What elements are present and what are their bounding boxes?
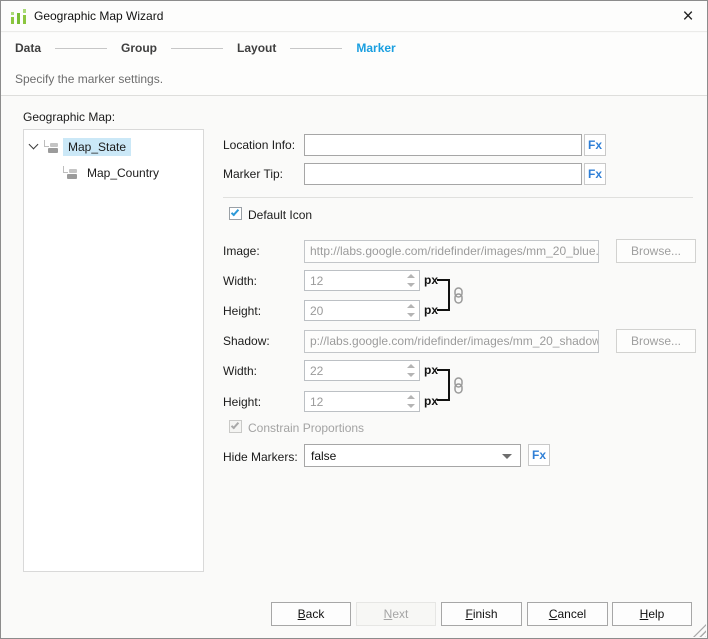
next-button: Next xyxy=(356,602,436,626)
step-layout[interactable]: Layout xyxy=(237,41,276,55)
wizard-subtitle: Specify the marker settings. xyxy=(1,63,707,96)
stepper-arrows-icon[interactable] xyxy=(404,272,417,289)
tree-item-map-state[interactable]: Map_State xyxy=(30,136,131,157)
image-width-label: Width: xyxy=(223,274,257,288)
tree-item-map-country[interactable]: Map_Country xyxy=(62,162,164,183)
shadow-width-label: Width: xyxy=(223,364,257,378)
hide-markers-label: Hide Markers: xyxy=(223,450,298,464)
step-connector xyxy=(171,48,223,49)
resize-grip[interactable] xyxy=(693,624,706,637)
geographic-map-tree: Map_State Map_Country xyxy=(23,129,204,572)
shadow-width-unit: px xyxy=(424,363,438,377)
help-button[interactable]: Help xyxy=(612,602,692,626)
constrain-proportions-label: Constrain Proportions xyxy=(248,421,364,435)
shadow-browse-button[interactable]: Browse... xyxy=(616,329,696,353)
step-connector xyxy=(290,48,342,49)
map-node-icon xyxy=(43,139,60,154)
hide-markers-fx-button[interactable]: Fx xyxy=(528,444,550,466)
shadow-width-value: 22 xyxy=(310,364,323,378)
step-connector xyxy=(55,48,107,49)
step-data[interactable]: Data xyxy=(15,41,41,55)
image-height-stepper[interactable]: 20 xyxy=(304,300,420,321)
marker-tip-label: Marker Tip: xyxy=(223,167,283,181)
title-bar: Geographic Map Wizard × xyxy=(1,1,707,32)
image-width-unit: px xyxy=(424,273,438,287)
stepper-arrows-icon[interactable] xyxy=(404,362,417,379)
stepper-arrows-icon[interactable] xyxy=(404,393,417,410)
wizard-steps: Data Group Layout Marker xyxy=(1,33,707,63)
section-divider xyxy=(223,197,693,198)
default-icon-checkbox[interactable] xyxy=(229,207,242,220)
shadow-height-value: 12 xyxy=(310,395,323,409)
chart-app-icon xyxy=(10,8,27,25)
dropdown-arrow-icon xyxy=(502,454,512,459)
chain-link-icon xyxy=(453,287,464,304)
chain-link-icon xyxy=(453,377,464,394)
shadow-height-label: Height: xyxy=(223,395,261,409)
chevron-down-icon[interactable] xyxy=(29,140,39,150)
shadow-height-stepper[interactable]: 12 xyxy=(304,391,420,412)
image-url-field: http://labs.google.com/ridefinder/images… xyxy=(304,240,599,263)
finish-button[interactable]: Finish xyxy=(441,602,522,626)
constrain-proportions-checkbox xyxy=(229,420,242,433)
shadow-height-unit: px xyxy=(424,394,438,408)
image-height-unit: px xyxy=(424,303,438,317)
stepper-arrows-icon[interactable] xyxy=(404,302,417,319)
shadow-label: Shadow: xyxy=(223,334,270,348)
close-icon[interactable]: × xyxy=(675,4,701,30)
image-browse-button[interactable]: Browse... xyxy=(616,239,696,263)
marker-tip-input[interactable] xyxy=(304,163,582,185)
window-title: Geographic Map Wizard xyxy=(34,9,163,23)
image-width-stepper[interactable]: 12 xyxy=(304,270,420,291)
tree-item-label[interactable]: Map_Country xyxy=(82,164,164,182)
default-icon-label: Default Icon xyxy=(248,208,312,222)
geographic-map-wizard-dialog: Geographic Map Wizard × Data Group Layou… xyxy=(0,0,708,639)
location-info-fx-button[interactable]: Fx xyxy=(584,134,606,156)
image-height-value: 20 xyxy=(310,304,323,318)
image-label: Image: xyxy=(223,244,260,258)
location-info-label: Location Info: xyxy=(223,138,295,152)
image-width-value: 12 xyxy=(310,274,323,288)
location-info-input[interactable] xyxy=(304,134,582,156)
marker-tip-fx-button[interactable]: Fx xyxy=(584,163,606,185)
shadow-url-field: p://labs.google.com/ridefinder/images/mm… xyxy=(304,330,599,353)
shadow-width-stepper[interactable]: 22 xyxy=(304,360,420,381)
map-node-icon xyxy=(62,165,79,180)
image-height-label: Height: xyxy=(223,304,261,318)
step-group[interactable]: Group xyxy=(121,41,157,55)
tree-item-label[interactable]: Map_State xyxy=(63,138,131,156)
link-bracket xyxy=(437,369,450,401)
tree-panel-label: Geographic Map: xyxy=(23,110,115,124)
cancel-button[interactable]: Cancel xyxy=(527,602,608,626)
hide-markers-value: false xyxy=(311,449,336,463)
link-bracket xyxy=(437,279,450,311)
hide-markers-dropdown[interactable]: false xyxy=(304,444,521,467)
step-marker[interactable]: Marker xyxy=(356,41,395,55)
back-button[interactable]: Back xyxy=(271,602,351,626)
